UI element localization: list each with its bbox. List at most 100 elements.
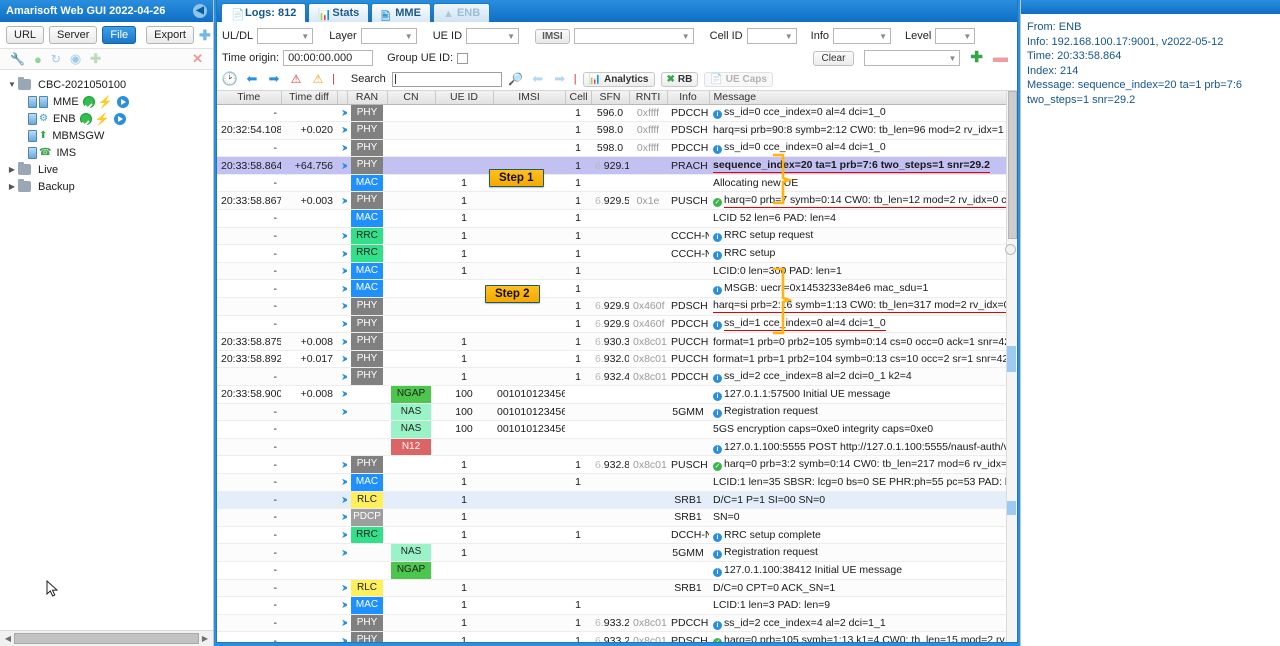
col-time-diff[interactable]: Time diff — [281, 91, 338, 105]
url-button[interactable]: URL — [6, 26, 45, 44]
plus-icon[interactable]: ✚ — [970, 50, 983, 65]
table-row[interactable]: - ➤ PHY 16.929.90x460fPDSCHharq=si prb=2:16… — [217, 297, 1007, 316]
table-row[interactable]: - N12➤ i127.0.1.100:5555 POST http://127.0… — [217, 438, 1007, 457]
tree-item-backup[interactable]: ▶ Backup — [6, 178, 213, 195]
table-row[interactable]: -➤PHY116.932.80x8c01PUSCH✓harq=0 prb=3:2… — [217, 455, 1007, 474]
play-circle-icon[interactable]: ◉ — [70, 51, 81, 67]
minus-icon[interactable]: ▬ — [993, 50, 1008, 65]
check-circle-icon[interactable]: ● — [34, 52, 42, 67]
tree-item-mme[interactable]: MME ⚡ — [6, 93, 213, 110]
table-row[interactable]: - ➤ MAC 1 1 LCID:1 len=35 SBSR: lcg=0 bs=0 SE… — [217, 473, 1007, 492]
chevron-left-icon[interactable]: ◀ — [193, 4, 207, 18]
table-row[interactable]: - ➤ MAC 1 1 LCID:1 len=3 PAD: len=9 — [217, 596, 1007, 615]
table-row[interactable]: - ➤ RRC 1 1 DCCH-NRiRRC setup complete — [217, 526, 1007, 545]
table-row[interactable]: 20:33:58.867+0.003➤PHY116.929.50x1ePUSCH… — [217, 191, 1007, 211]
cell-id-select[interactable]: ▼ — [746, 28, 797, 44]
table-row[interactable]: - ➤ PHY 16.929.90x460fPDCCHiss_id=1 cce_ind… — [217, 315, 1007, 334]
table-row[interactable]: 20:33:58.875+0.008➤PHY116.930.30x8c01PUC… — [217, 332, 1007, 351]
table-row[interactable]: -➤PHY116.933.20x8c01PDCCHiss_id=2 cce_in… — [217, 614, 1007, 633]
table-row[interactable]: - ➤ PHY 1598.00xffffPDCCHiss_id=0 cce_index… — [217, 139, 1007, 158]
table-row[interactable]: - ➤ MAC 1 1 LCID:0 len=300 PAD: len=1 — [217, 262, 1007, 281]
table-row[interactable]: - MAC 1 1 Allocating new UE — [217, 174, 1007, 193]
tab-enb[interactable]: ▲ ENB — [432, 3, 491, 22]
col-cn[interactable]: CN — [387, 91, 436, 105]
table-row[interactable]: 20:33:58.892+0.017➤PHY116.932.00x8c01PUC… — [217, 350, 1007, 369]
bolt-icon[interactable]: ⚡ — [98, 95, 113, 109]
search-input[interactable] — [391, 71, 502, 87]
table-row[interactable]: - ➤ RRC 1 1 CCCH-NRiRRC setup — [217, 244, 1007, 263]
expand-arrow-icon[interactable]: ▼ — [6, 80, 18, 89]
col-time[interactable]: Time — [217, 91, 282, 105]
refresh-icon[interactable]: ↻ — [51, 52, 61, 66]
table-row[interactable]: - ➤ PDCP 1 SRB1SN=0 — [217, 508, 1007, 527]
play-icon[interactable] — [116, 95, 129, 108]
col-cell[interactable]: Cell — [565, 91, 592, 105]
scroll-right-icon[interactable]: ▶ — [199, 634, 211, 643]
col-sfn[interactable]: SFN — [591, 91, 630, 105]
tree-item-mbmsgw[interactable]: ⬆ MBMSGW — [6, 127, 213, 144]
table-row[interactable]: - ➤ NAS100001010123456789 5GMMiRegistration… — [217, 403, 1007, 422]
scroll-handle-icon[interactable] — [1005, 244, 1016, 255]
analytics-button[interactable]: 📊 Analytics — [582, 71, 655, 87]
tree-item-ims[interactable]: ☎ IMS — [6, 144, 213, 161]
table-row[interactable]: - ➤ PHY 1596.00xffffPDCCHiss_id=0 cce_index… — [217, 104, 1007, 123]
tree-item-cbc[interactable]: ▼ CBC-2021050100 — [6, 76, 213, 93]
delete-x-icon[interactable]: ✕ — [192, 51, 203, 67]
search-next-icon[interactable]: ➡ — [552, 71, 568, 87]
table-row[interactable]: - MAC 1 1 LCID 52 len=6 PAD: len=4 — [217, 209, 1007, 228]
tab-stats[interactable]: 📊 Stats — [308, 3, 370, 22]
time-origin-input[interactable]: 00:00:00.000 — [283, 50, 374, 66]
arrow-left-icon[interactable]: ⬅ — [244, 71, 260, 87]
wrench-icon[interactable]: 🔧 — [10, 52, 25, 66]
add-icon[interactable]: ✚ — [90, 51, 101, 67]
ue-id-select[interactable]: ▼ — [466, 28, 520, 44]
col-ue-id[interactable]: UE ID — [435, 91, 494, 105]
col-message[interactable]: Message — [709, 91, 1008, 105]
file-button[interactable]: File — [102, 26, 137, 44]
bolt-icon[interactable]: ⚡ — [95, 112, 110, 126]
clear-button[interactable]: Clear — [812, 50, 855, 66]
preset-select[interactable]: ▼ — [864, 50, 961, 66]
play-icon[interactable] — [113, 112, 126, 125]
binoculars-icon[interactable]: 🔎 — [508, 71, 524, 87]
tree-item-enb[interactable]: ⚙ ENB ⚡ — [6, 110, 213, 127]
warning-triangle-icon[interactable]: ⚠ — [310, 71, 326, 87]
add-icon[interactable]: ✚ — [199, 28, 211, 42]
col-rnti[interactable]: RNTI — [629, 91, 668, 105]
export-button[interactable]: Export — [146, 26, 194, 44]
table-vertical-scrollbar[interactable] — [1005, 91, 1017, 642]
table-row[interactable]: - NAS100001010123456789 5GS encryption cap… — [217, 420, 1007, 439]
table-row[interactable]: - ➤ RLC 1 SRB1D/C=0 CPT=0 ACK_SN=1 — [217, 579, 1007, 598]
tab-logs[interactable]: 📄 Logs: 812 — [221, 3, 307, 22]
level-select[interactable]: ▼ — [935, 28, 976, 44]
tree-item-live[interactable]: ▶ Live — [6, 161, 213, 178]
table-row[interactable]: 20:33:58.864+64.756 ➤ PHY 16.929.1 PRACHsequ… — [217, 156, 1007, 175]
table-row[interactable]: - NGAP➤ i127.0.1.100:38412 Initial UE mess… — [217, 561, 1007, 580]
table-row[interactable]: - ➤ RLC 1 SRB1D/C=1 P=1 SI=00 SN=0 — [217, 491, 1007, 510]
table-row[interactable]: - ➤ NAS➤1 5GMMiRegistration request — [217, 543, 1007, 562]
col-imsi[interactable]: IMSI — [493, 91, 566, 105]
tab-mme[interactable]: 🖹 MME — [371, 3, 431, 23]
table-row[interactable]: -➤PHY116.933.20x8c01PDSCH✓harq=0 prb=105… — [217, 631, 1007, 642]
col-ran[interactable]: RAN — [347, 91, 388, 105]
clock-icon[interactable]: 🕑 — [222, 71, 238, 87]
table-row[interactable]: - ➤ MAC 1 iMSGB: uecri=0x1453233e84e6 mac_sd… — [217, 279, 1007, 299]
search-prev-icon[interactable]: ⬅ — [530, 71, 546, 87]
col-info[interactable]: Info — [667, 91, 710, 105]
scroll-thumb[interactable] — [14, 633, 199, 644]
server-button[interactable]: Server — [49, 26, 98, 44]
info-select[interactable]: ▼ — [833, 28, 891, 44]
table-row[interactable]: 20:32:54.108+0.020 ➤ PHY 1598.00xffffPDSCHh… — [217, 121, 1007, 140]
layer-select[interactable]: ▼ — [360, 28, 417, 44]
collapse-arrow-icon[interactable]: ▶ — [6, 182, 18, 191]
collapse-arrow-icon[interactable]: ▶ — [6, 165, 18, 174]
group-ue-id-checkbox[interactable] — [457, 52, 469, 64]
scroll-thumb-upper[interactable] — [1008, 91, 1017, 239]
table-row[interactable]: - ➤ RRC 1 1 CCCH-NRiRRC setup request — [217, 227, 1007, 246]
rb-button[interactable]: ✖ RB — [660, 71, 699, 87]
table-row[interactable]: 20:33:58.900+0.008 ➤ NGAP10000101012345678… — [217, 385, 1007, 404]
imsi-button[interactable]: IMSI — [535, 28, 570, 44]
ul-dl-select[interactable]: ▼ — [257, 28, 314, 44]
scroll-left-icon[interactable]: ◀ — [2, 634, 14, 643]
ue-caps-button[interactable]: 📄 UE Caps — [704, 71, 773, 87]
